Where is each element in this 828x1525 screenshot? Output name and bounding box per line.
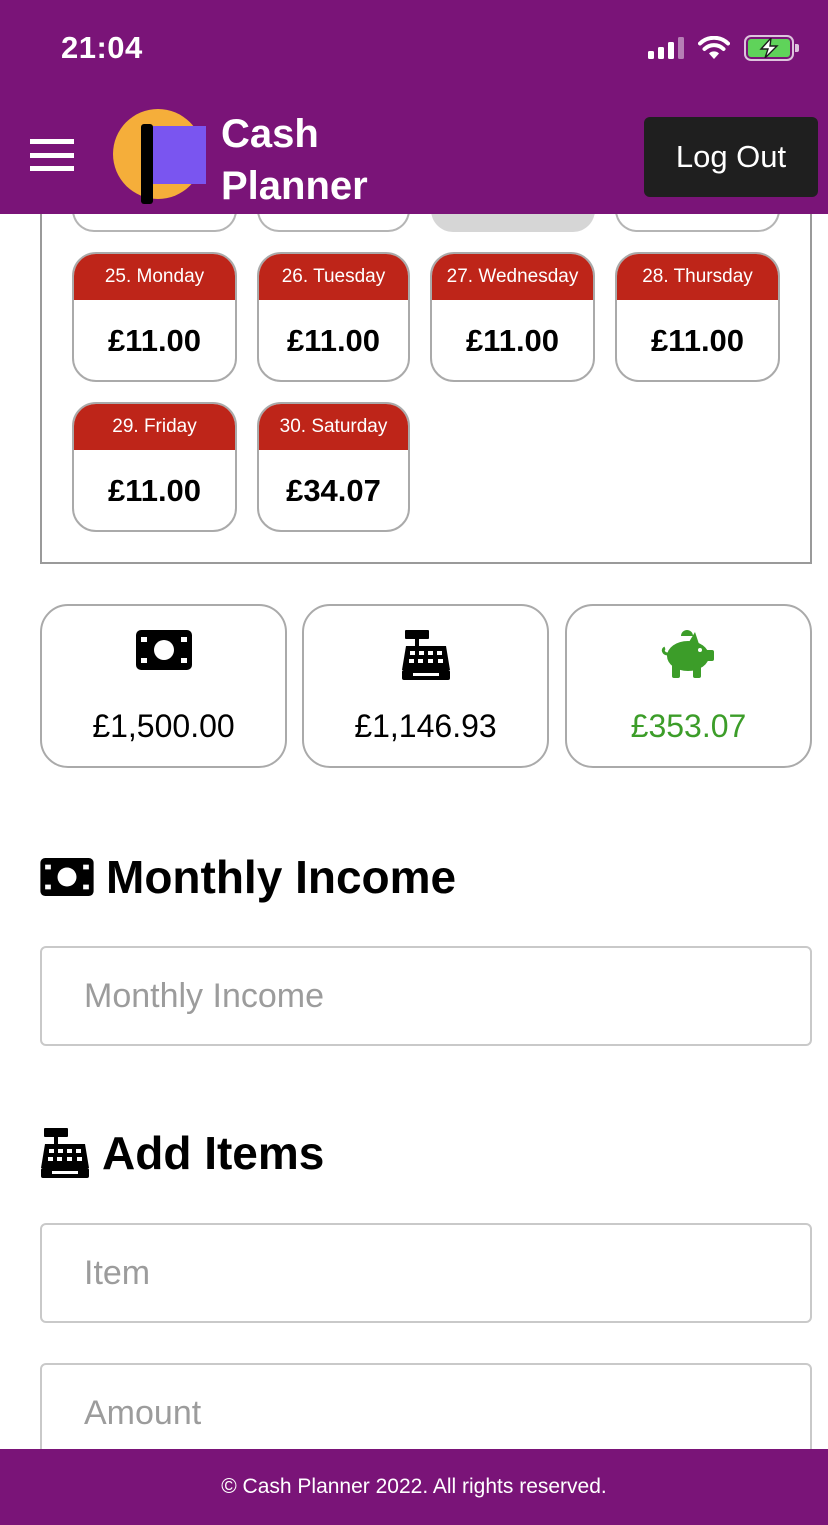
remaining-total: £353.07 <box>630 708 747 744</box>
money-bill-icon <box>135 630 192 670</box>
footer: © Cash Planner 2022. All rights reserved… <box>0 1449 828 1525</box>
calendar-day-card[interactable]: 25. Monday £11.00 <box>72 252 237 382</box>
calendar-day-card[interactable]: 27. Wednesday £11.00 <box>430 252 595 382</box>
cash-planner-logo[interactable] <box>113 108 209 204</box>
amount-input[interactable] <box>40 1363 812 1463</box>
add-items-heading: Add Items <box>40 1126 324 1180</box>
day-label: 27. Wednesday <box>432 254 593 300</box>
calendar-day-card[interactable]: 26. Tuesday £11.00 <box>257 252 410 382</box>
day-amount: £11.00 <box>107 473 202 508</box>
cash-register-icon <box>401 630 450 680</box>
day-amount: £11.00 <box>465 323 560 358</box>
monthly-income-title: Monthly Income <box>106 851 457 903</box>
spent-summary-card: £1,146.93 <box>302 604 549 768</box>
log-out-button[interactable]: Log Out <box>644 117 818 197</box>
calendar-day-card[interactable]: 29. Friday £11.00 <box>72 402 237 532</box>
brand-line-2: Planner <box>221 164 368 208</box>
cellular-signal-icon <box>648 37 684 59</box>
income-total: £1,500.00 <box>92 708 235 744</box>
brand-line-1: Cash <box>221 112 319 156</box>
day-amount: £11.00 <box>107 323 202 358</box>
day-label: 30. Saturday <box>259 404 408 450</box>
spent-total: £1,146.93 <box>354 708 497 744</box>
day-amount: £34.07 <box>286 473 381 508</box>
cash-register-icon <box>41 1128 89 1178</box>
day-amount: £11.00 <box>286 323 381 358</box>
remaining-summary-card: £353.07 <box>565 604 812 768</box>
item-input[interactable] <box>40 1223 812 1323</box>
money-bill-icon <box>40 858 94 896</box>
piggy-bank-icon <box>661 630 714 678</box>
calendar-day-card[interactable]: 28. Thursday £11.00 <box>615 252 780 382</box>
day-amount: £11.00 <box>650 323 745 358</box>
menu-icon[interactable] <box>30 139 74 171</box>
monthly-income-input[interactable] <box>40 946 812 1046</box>
day-label: 26. Tuesday <box>259 254 408 300</box>
day-label: 25. Monday <box>74 254 235 300</box>
income-summary-card: £1,500.00 <box>40 604 287 768</box>
status-time: 21:04 <box>61 30 143 65</box>
app-brand-name[interactable]: Cash Planner <box>221 108 368 212</box>
day-label: 29. Friday <box>74 404 235 450</box>
battery-charging-icon <box>744 35 799 61</box>
calendar-day-card[interactable]: 30. Saturday £34.07 <box>257 402 410 532</box>
footer-copyright: © Cash Planner 2022. All rights reserved… <box>221 1475 607 1498</box>
monthly-income-heading: Monthly Income <box>40 850 456 904</box>
app-header: 21:04 Cash Planner Log Out <box>0 0 828 214</box>
wifi-icon <box>698 36 730 59</box>
status-icons <box>648 33 799 63</box>
day-label: 28. Thursday <box>617 254 778 300</box>
add-items-title: Add Items <box>102 1127 325 1179</box>
